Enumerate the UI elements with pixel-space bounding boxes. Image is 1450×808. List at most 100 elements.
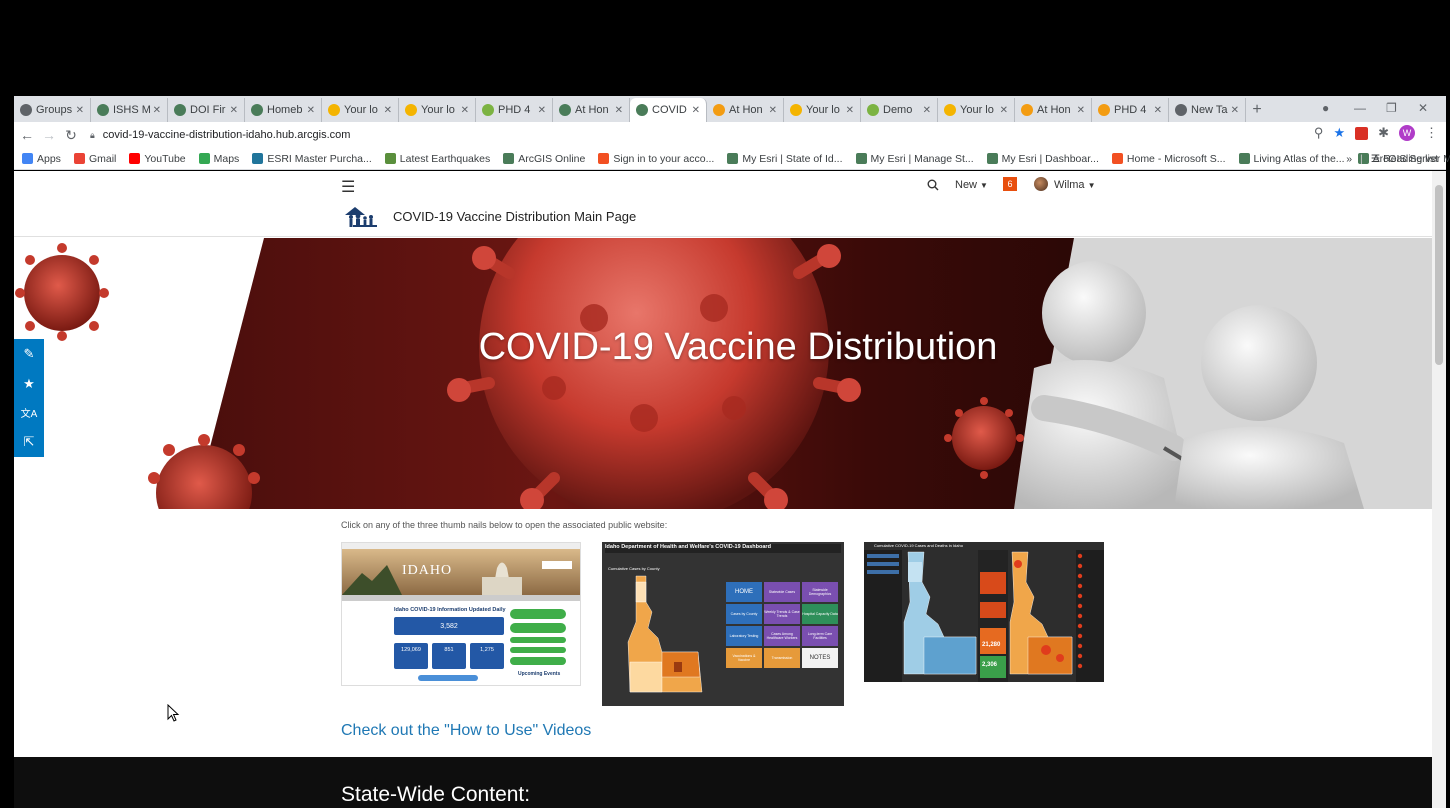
back-icon[interactable]: ← xyxy=(18,127,36,143)
chrome-profile-icon[interactable]: ● xyxy=(1322,96,1329,120)
bookmark-item[interactable]: My Esri | Dashboar... xyxy=(986,153,1099,165)
new-tab-icon[interactable]: + xyxy=(1246,98,1268,122)
tab-favicon-icon xyxy=(174,104,186,116)
tab-title: New Ta xyxy=(1191,104,1228,116)
address-bar[interactable]: 🔒︎ covid-19-vaccine-distribution-idaho.h… xyxy=(90,124,350,146)
bookmark-item[interactable]: ESRI Master Purcha... xyxy=(252,153,372,165)
statewide-heading: State-Wide Content: xyxy=(341,783,531,806)
tab-close-icon[interactable]: ✕ xyxy=(230,105,238,116)
idaho-big-stat: 3,582 xyxy=(394,617,504,635)
menu-icon[interactable]: ⋮ xyxy=(1425,125,1438,141)
bookmark-favicon-icon xyxy=(384,153,396,164)
user-avatar[interactable] xyxy=(1034,177,1048,191)
edit-pencil-icon[interactable]: ✎ xyxy=(24,346,35,362)
share-icon[interactable]: ⇱ xyxy=(24,434,35,450)
favorite-star-icon[interactable]: ★ xyxy=(23,376,35,392)
tab-close-icon[interactable]: ✕ xyxy=(76,105,84,116)
browser-tab[interactable]: Homeb ✕ xyxy=(245,98,322,122)
bookmark-item[interactable]: Sign in to your acco... xyxy=(598,153,714,165)
tab-close-icon[interactable]: ✕ xyxy=(153,105,161,116)
tab-close-icon[interactable]: ✕ xyxy=(1231,105,1239,116)
browser-tab[interactable]: At Hon ✕ xyxy=(1015,98,1092,122)
reload-icon[interactable]: ↻ xyxy=(62,127,80,144)
browser-tab[interactable]: Your lo ✕ xyxy=(784,98,861,122)
cumulative-cases-thumbnail[interactable]: Cumulative COVID-19 Cases and Deaths in … xyxy=(864,542,1104,682)
idaho-headline: Idaho COVID-19 Information Updated Daily xyxy=(394,607,506,613)
tab-close-icon[interactable]: ✕ xyxy=(1154,105,1162,116)
bookmark-item[interactable]: Maps xyxy=(198,153,239,165)
tab-favicon-icon xyxy=(944,104,956,116)
close-window-icon[interactable]: ✕ xyxy=(1418,96,1428,120)
bookmark-item[interactable]: Living Atlas of the... xyxy=(1238,153,1345,165)
bookmark-item[interactable]: Gmail xyxy=(73,153,116,165)
tab-close-icon[interactable]: ✕ xyxy=(307,105,315,116)
tab-close-icon[interactable]: ✕ xyxy=(692,105,700,116)
zoom-icon[interactable]: ⚲ xyxy=(1314,125,1324,141)
browser-tab[interactable]: Your lo ✕ xyxy=(322,98,399,122)
bookmark-item[interactable]: Latest Earthquakes xyxy=(384,153,490,165)
tab-close-icon[interactable]: ✕ xyxy=(1077,105,1085,116)
caret-down-icon: ▼ xyxy=(980,180,988,190)
forward-icon[interactable]: → xyxy=(40,127,58,143)
reading-list-button[interactable]: ☰ Reading list xyxy=(1371,153,1438,165)
idaho-stat-1: 851 xyxy=(432,643,466,669)
bookmark-favicon-icon xyxy=(986,153,998,164)
hero-title: COVID-19 Vaccine Distribution xyxy=(478,326,998,368)
pdf-extension-icon[interactable] xyxy=(1355,126,1369,140)
bookmark-label: My Esri | State of Id... xyxy=(742,152,843,165)
bookmark-item[interactable]: ArcGIS Online xyxy=(503,153,585,165)
bookmark-star-icon[interactable]: ★ xyxy=(1333,125,1345,141)
tab-close-icon[interactable]: ✕ xyxy=(923,105,931,116)
bookmark-item[interactable]: My Esri | State of Id... xyxy=(727,152,843,165)
tab-close-icon[interactable]: ✕ xyxy=(615,105,623,116)
tab-title: Homeb xyxy=(267,104,303,116)
bookmark-item[interactable]: My Esri | Manage St... xyxy=(855,152,974,165)
browser-tab[interactable]: ISHS M ✕ xyxy=(91,98,168,122)
browser-tab[interactable]: At Hon ✕ xyxy=(553,98,630,122)
notification-badge[interactable]: 6 xyxy=(1003,177,1017,191)
tab-close-icon[interactable]: ✕ xyxy=(461,105,469,116)
hamburger-menu-icon[interactable]: ☰ xyxy=(341,177,355,197)
profile-avatar[interactable]: W xyxy=(1399,125,1415,141)
hero-banner: COVID-19 Vaccine Distribution xyxy=(14,238,1432,509)
browser-tab[interactable]: At Hon ✕ xyxy=(707,98,784,122)
bookmark-item[interactable]: YouTube xyxy=(129,153,186,165)
browser-tab[interactable]: PHD 4 ✕ xyxy=(476,98,553,122)
idaho-stat-2: 1,275 xyxy=(470,643,504,669)
new-dropdown[interactable]: New ▼ xyxy=(955,179,988,191)
tab-close-icon[interactable]: ✕ xyxy=(538,105,546,116)
page-scrollbar[interactable] xyxy=(1432,171,1446,808)
bookmark-separator: | xyxy=(1360,152,1363,165)
web-page: ☰ COVID-19 Vaccine Distribution Main Pag… xyxy=(14,171,1432,808)
restore-icon[interactable]: ❐ xyxy=(1386,96,1397,120)
site-title[interactable]: COVID-19 Vaccine Distribution Main Page xyxy=(393,209,636,224)
browser-tab[interactable]: DOI Fir ✕ xyxy=(168,98,245,122)
browser-tab[interactable]: Groups ✕ xyxy=(14,98,91,122)
tab-close-icon[interactable]: ✕ xyxy=(384,105,392,116)
more-bookmarks-chevron[interactable]: » xyxy=(1346,153,1352,165)
search-icon[interactable] xyxy=(927,179,939,191)
idaho-covid-site-thumbnail[interactable]: IDAHO Idaho COVID-19 Information Updated… xyxy=(341,542,581,686)
bookmark-label: My Esri | Manage St... xyxy=(870,152,974,165)
how-to-use-videos-link[interactable]: Check out the "How to Use" Videos xyxy=(341,722,591,740)
scrollbar-thumb[interactable] xyxy=(1435,185,1443,365)
browser-tab[interactable]: Your lo ✕ xyxy=(399,98,476,122)
browser-tab[interactable]: Demo ✕ xyxy=(861,98,938,122)
tab-close-icon[interactable]: ✕ xyxy=(846,105,854,116)
dashboard-tile: Vaccinations & Vaccine xyxy=(726,648,762,668)
browser-tab[interactable]: COVID ✕ xyxy=(630,98,707,122)
browser-tab[interactable]: New Ta ✕ xyxy=(1169,98,1246,122)
idhw-dashboard-thumbnail[interactable]: Idaho Department of Health and Welfare's… xyxy=(602,542,844,706)
tab-favicon-icon xyxy=(1175,104,1187,116)
extensions-icon[interactable]: ✱ xyxy=(1378,125,1389,141)
bookmark-item[interactable]: Apps xyxy=(22,153,61,165)
tab-close-icon[interactable]: ✕ xyxy=(1000,105,1008,116)
user-menu[interactable]: Wilma ▼ xyxy=(1054,179,1095,191)
minimize-icon[interactable]: — xyxy=(1354,96,1366,120)
tab-close-icon[interactable]: ✕ xyxy=(769,105,777,116)
browser-tab[interactable]: PHD 4 ✕ xyxy=(1092,98,1169,122)
bookmark-item[interactable]: Home - Microsoft S... xyxy=(1111,153,1226,165)
browser-tab[interactable]: Your lo ✕ xyxy=(938,98,1015,122)
translate-icon[interactable]: 文A xyxy=(21,405,38,420)
dashboard-tile: Statewide Cases xyxy=(764,582,800,602)
